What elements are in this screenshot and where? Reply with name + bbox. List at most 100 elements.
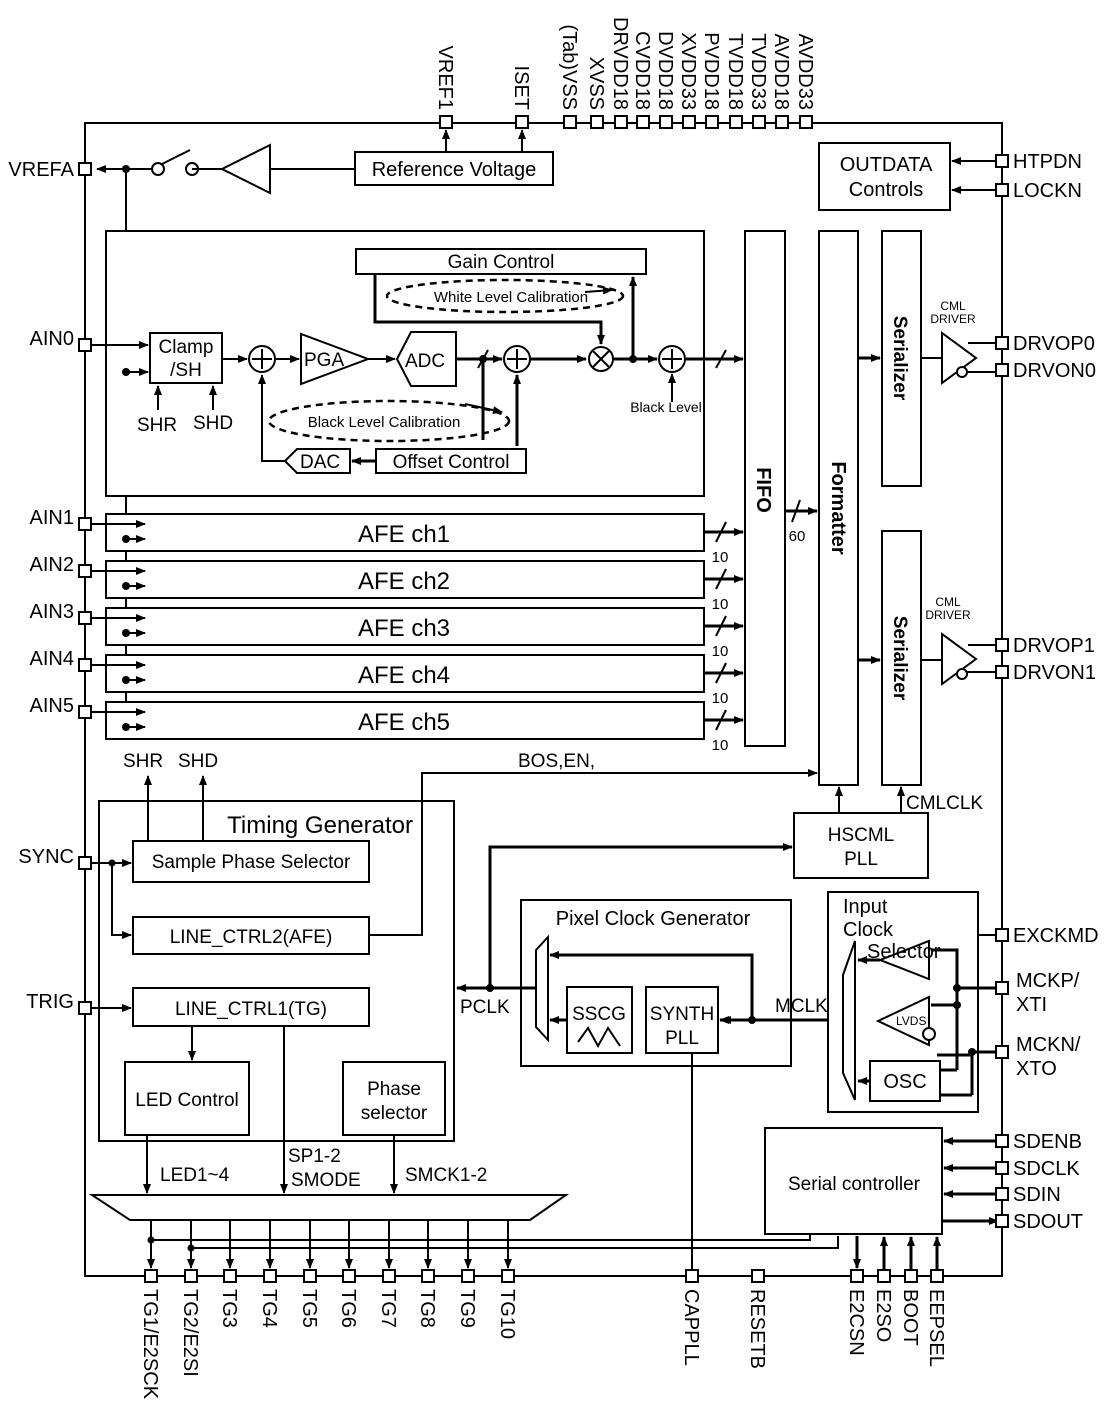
pin-label: CAPPLL — [680, 1289, 702, 1366]
formatter-block: Formatter — [818, 230, 859, 786]
pin-label: HTPDN — [1013, 151, 1082, 173]
svg-text:Gain Control: Gain Control — [448, 252, 555, 273]
pin-label: AIN3 — [30, 601, 74, 623]
summer-3 — [658, 345, 686, 373]
pin-label: SDOUT — [1013, 1211, 1083, 1233]
bus-width-label: 10 — [712, 690, 729, 707]
pin-label: AIN5 — [30, 695, 74, 717]
svg-text:selector: selector — [361, 1103, 428, 1124]
pin-label: XVSS — [585, 57, 607, 110]
pin-tab-vss: (Tab)VSS — [558, 24, 580, 129]
svg-text:Sample Phase Selector: Sample Phase Selector — [152, 852, 351, 873]
hscml-pll-block: HSCML PLL — [793, 812, 929, 879]
pin-label: TG4 — [258, 1289, 280, 1328]
pin-cvdd18: CVDD18 — [631, 31, 653, 129]
pin-label: TG2/E2SI — [179, 1289, 201, 1377]
svg-text:Serializer: Serializer — [889, 316, 910, 401]
pin-label: TG6 — [337, 1289, 359, 1328]
serializer-0-block: Serializer — [881, 230, 922, 487]
pin-sdclk: SDCLK — [995, 1158, 1080, 1180]
clamp-sh-block: Clamp /SH — [149, 332, 223, 384]
svg-text:Black Level Calibration: Black Level Calibration — [308, 414, 461, 431]
svg-text:MCLK: MCLK — [775, 996, 828, 1017]
pin-label: E2SO — [872, 1289, 894, 1342]
svg-text:SHR: SHR — [137, 415, 177, 436]
pin-ain4: AIN4 — [30, 648, 92, 672]
pin-label: E2CSN — [845, 1289, 867, 1356]
pin-vref1: VREF1 — [434, 46, 456, 129]
pin-cappll: CAPPLL — [680, 1269, 702, 1366]
pin-label: TVDD18 — [724, 33, 746, 110]
osc-block: OSC — [869, 1060, 941, 1102]
pin-tg7: TG7 — [377, 1269, 399, 1328]
pin-trig: TRIG — [26, 991, 92, 1015]
svg-text:60: 60 — [789, 528, 806, 545]
summer-2 — [503, 345, 531, 373]
pin-label: AVDD33 — [794, 34, 816, 110]
svg-text:Timing Generator: Timing Generator — [227, 812, 413, 839]
pin-tg2-e2si: TG2/E2SI — [179, 1269, 201, 1377]
pin-label: VREFA — [8, 159, 74, 181]
pin-label: TG10 — [496, 1289, 518, 1339]
pin-label: RESETB — [746, 1289, 768, 1369]
pin-sdout: SDOUT — [995, 1211, 1083, 1233]
bus-width-label: 10 — [712, 596, 729, 613]
pin-tg6: TG6 — [337, 1269, 359, 1328]
summer-1 — [248, 345, 276, 373]
pin-drvon0: DRVON0 — [995, 360, 1096, 382]
svg-text:LINE_CTRL1(TG): LINE_CTRL1(TG) — [175, 999, 327, 1020]
pin-e2so: E2SO — [872, 1269, 894, 1342]
svg-text:DRIVER: DRIVER — [925, 608, 971, 622]
sample-phase-selector-block: Sample Phase Selector — [132, 840, 370, 883]
pin-drvop1: DRVOP1 — [995, 635, 1095, 657]
pin-sync: SYNC — [18, 846, 92, 870]
pin-label: DRVOP1 — [1013, 635, 1095, 657]
pin-pvdd18: PVDD18 — [700, 32, 722, 129]
svg-text:Pixel Clock Generator: Pixel Clock Generator — [556, 908, 751, 930]
svg-text:ADC: ADC — [405, 351, 445, 372]
sscg-block: SSCG — [566, 986, 633, 1054]
offset-control-block: Offset Control — [375, 448, 527, 474]
svg-text:Offset Control: Offset Control — [393, 452, 510, 473]
svg-text:DAC: DAC — [300, 452, 340, 473]
svg-text:OUTDATA: OUTDATA — [840, 154, 933, 176]
pin-xvdd33: XVDD33 — [677, 32, 699, 129]
svg-text:DRIVER: DRIVER — [930, 312, 976, 326]
svg-text:Black Level: Black Level — [630, 399, 702, 415]
pin-label: DRVDD18 — [609, 17, 631, 110]
reference-voltage-block: Reference Voltage — [354, 151, 554, 186]
afe-label: AFE ch5 — [358, 709, 450, 736]
pin-e2csn: E2CSN — [845, 1269, 867, 1356]
outdata-controls-block: OUTDATA Controls — [818, 142, 951, 211]
pin-tvdd33: TVDD33 — [747, 33, 769, 129]
pin-htpdn: HTPDN — [995, 151, 1082, 173]
afe-label: AFE ch4 — [358, 662, 450, 689]
svg-text:CML: CML — [935, 595, 961, 609]
pin-label: SDCLK — [1013, 1158, 1080, 1180]
pin-label: DRVOP0 — [1013, 333, 1095, 355]
pin-label: DRVON1 — [1013, 662, 1096, 684]
pin-eepsel: EEPSEL — [925, 1269, 947, 1367]
svg-text:FIFO: FIFO — [752, 467, 774, 513]
pin-label: AIN1 — [30, 507, 74, 529]
pin-label: PVDD18 — [700, 32, 722, 110]
svg-text:CMLCLK: CMLCLK — [906, 793, 983, 814]
pin-label: DVDD18 — [654, 31, 676, 110]
svg-text:SP1-2: SP1-2 — [288, 1146, 341, 1167]
pin-label: ISET — [510, 66, 532, 110]
pin-dvdd18: DVDD18 — [654, 31, 676, 129]
svg-text:LINE_CTRL2(AFE): LINE_CTRL2(AFE) — [170, 927, 333, 948]
led-control-block: LED Control — [124, 1061, 250, 1136]
pin-ain5: AIN5 — [30, 695, 92, 719]
pin-label: TG3 — [218, 1289, 240, 1328]
dac-block: DAC — [283, 448, 351, 474]
pin-label: TVDD33 — [747, 33, 769, 110]
svg-text:SMCK1-2: SMCK1-2 — [405, 1165, 487, 1186]
pin-label: EXCKMD — [1013, 925, 1099, 947]
pin-ain2: AIN2 — [30, 554, 92, 578]
pin-boot: BOOT — [899, 1269, 921, 1346]
serial-controller-block: Serial controller — [764, 1127, 943, 1235]
svg-text:PLL: PLL — [665, 1028, 699, 1049]
svg-text:White Level Calibration: White Level Calibration — [434, 289, 588, 306]
pin-drvon1: DRVON1 — [995, 662, 1096, 684]
